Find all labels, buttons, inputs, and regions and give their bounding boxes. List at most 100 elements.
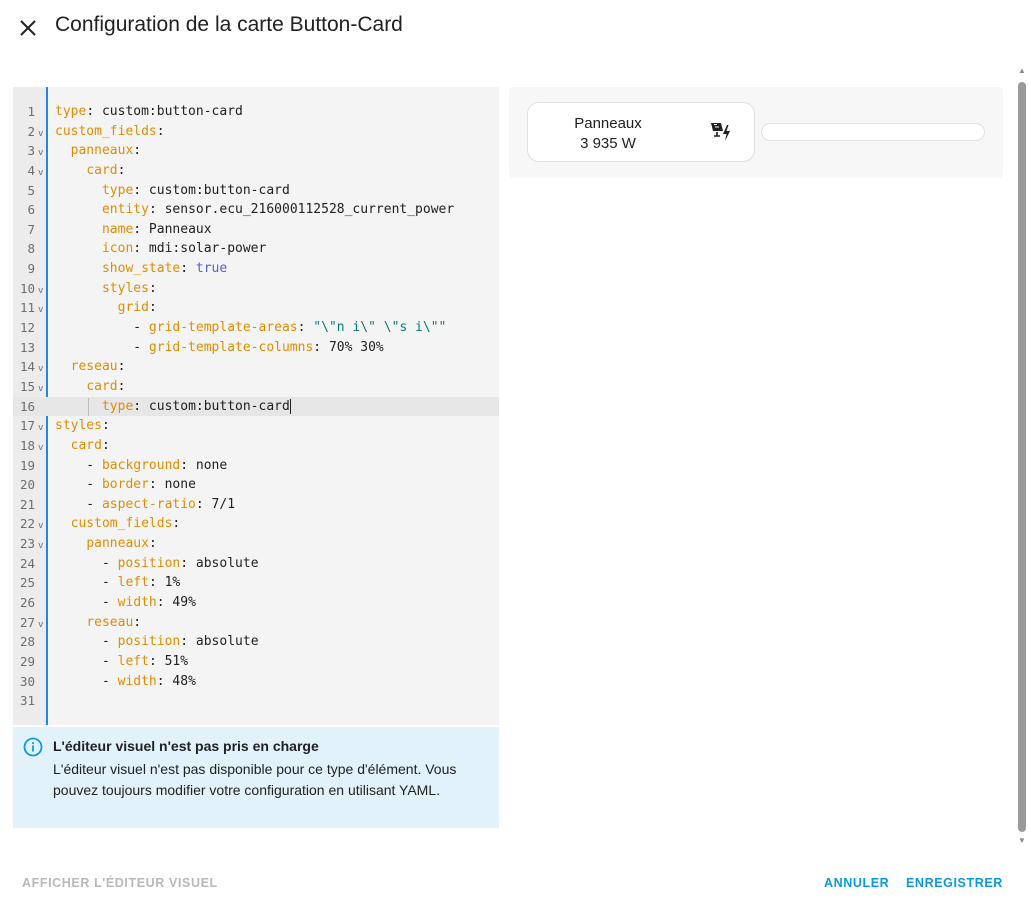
yaml-editor[interactable]: 1 type: custom:button-card 2 v custom_fields… <box>13 87 499 725</box>
line-number: 26 <box>19 595 35 611</box>
card-name: Panneaux <box>574 115 642 132</box>
code-text: card: <box>70 437 110 453</box>
info-alert: L'éditeur visuel n'est pas pris en charg… <box>13 727 499 828</box>
code-line[interactable]: 5 type: custom:button-card <box>13 181 499 201</box>
code-text: card: <box>86 162 126 178</box>
code-text: - position: absolute <box>55 634 259 650</box>
code-line[interactable]: 21 - aspect-ratio: 7/1 <box>13 495 499 515</box>
code-line[interactable]: 12 - grid-template-areas: "\"n i\" \"s i… <box>13 318 499 338</box>
code-line[interactable]: 16 type: custom:button-card <box>13 396 499 417</box>
code-text: panneaux: <box>70 143 142 159</box>
line-number: 16 <box>19 398 35 414</box>
line-number: 9 <box>27 261 35 277</box>
line-number: 10 <box>19 280 35 296</box>
line-number: 25 <box>19 575 35 591</box>
close-icon[interactable] <box>19 19 37 37</box>
code-line[interactable]: 15 v card: <box>13 377 499 397</box>
code-text: name: Panneaux <box>101 221 212 237</box>
code-line[interactable]: 7 name: Panneaux <box>13 220 499 240</box>
alert-body: L'éditeur visuel n'est pas disponible po… <box>53 761 457 798</box>
card-state: 3 935 W <box>580 135 636 152</box>
dialog-scrollbar[interactable]: ▲ ▼ <box>1016 66 1028 848</box>
line-number: 13 <box>19 339 35 355</box>
code-line[interactable]: 25 - left: 1% <box>13 573 499 593</box>
button-card-panneaux[interactable]: Panneaux 3 935 W <box>527 102 755 162</box>
code-text: - aspect-ratio: 7/1 <box>55 496 236 512</box>
code-line[interactable]: 4v card: <box>13 161 499 181</box>
code-text: show_state: true <box>101 261 228 277</box>
code-line[interactable]: 31 <box>13 691 499 711</box>
line-number: 30 <box>19 673 35 689</box>
line-number: 19 <box>19 457 35 473</box>
line-number: 18 <box>19 437 35 453</box>
line-number: 27 <box>19 614 35 630</box>
line-number: 6 <box>27 202 35 218</box>
scroll-up-icon[interactable]: ▲ <box>1018 66 1026 75</box>
dialog-header: Configuration de la carte Button-Card <box>0 0 1028 56</box>
code-line[interactable]: 6 entity: sensor.ecu_216000112528_curren… <box>13 200 499 220</box>
code-text: custom_fields: <box>55 123 165 139</box>
line-number: 24 <box>19 555 35 571</box>
info-icon <box>23 737 43 757</box>
line-number: 14 <box>19 359 35 375</box>
line-number: 1 <box>27 104 35 119</box>
close-button[interactable] <box>14 14 42 42</box>
code-line[interactable]: 18 v card: <box>13 436 499 456</box>
line-number: 3 <box>27 143 35 159</box>
code-line[interactable]: 26 - width: 49% <box>13 593 499 613</box>
line-number: 2 <box>27 123 35 139</box>
code-text: - left: 51% <box>55 653 189 669</box>
code-area[interactable]: 1 type: custom:button-card 2 v custom_fields… <box>13 102 499 711</box>
line-number: 22 <box>19 516 35 532</box>
code-line[interactable]: 2 v custom_fields: <box>13 122 499 142</box>
code-line[interactable]: 19 - background: none <box>13 456 499 476</box>
line-number: 17 <box>19 418 35 434</box>
line-number: 21 <box>19 496 35 512</box>
code-text: type: custom:button-card <box>101 182 290 198</box>
code-line[interactable]: 9 show_state: true <box>13 259 499 279</box>
code-text: styles: <box>55 418 110 434</box>
code-text: entity: sensor.ecu_216000112528_current_… <box>101 202 455 218</box>
code-line[interactable]: 11 v grid: <box>13 298 499 318</box>
code-text: reseau: <box>86 614 142 630</box>
code-line[interactable]: 30 - width: 48% <box>13 672 499 692</box>
code-text: - left: 1% <box>55 575 181 591</box>
code-line[interactable]: 17 v styles: <box>13 416 499 436</box>
code-text: type: custom:button-card <box>101 398 291 414</box>
scroll-down-icon[interactable]: ▼ <box>1018 836 1026 845</box>
line-number: 5 <box>27 182 35 198</box>
code-line[interactable]: 28 - position: absolute <box>13 632 499 652</box>
code-line[interactable]: 20 - border: none <box>13 475 499 495</box>
code-line[interactable]: 14 v reseau: <box>13 357 499 377</box>
code-text: - position: absolute <box>55 555 259 571</box>
code-line[interactable]: 1 type: custom:button-card <box>13 102 499 122</box>
code-line[interactable]: 3v panneaux: <box>13 141 499 161</box>
code-line[interactable]: 22 v custom_fields: <box>13 514 499 534</box>
line-number: 8 <box>27 241 35 257</box>
code-line[interactable]: 27 v reseau: <box>13 613 499 633</box>
code-line[interactable]: 10 v styles: <box>13 279 499 299</box>
save-button[interactable]: ENREGISTRER <box>906 876 1003 890</box>
reseau-card-placeholder <box>761 123 985 141</box>
code-text: icon: mdi:solar-power <box>101 241 267 257</box>
alert-title: L'éditeur visuel n'est pas pris en charg… <box>53 738 319 754</box>
code-text: - grid-template-areas: "\"n i\" \"s i\"" <box>55 320 447 336</box>
code-text: - width: 48% <box>55 673 196 689</box>
cancel-button[interactable]: ANNULER <box>824 876 889 890</box>
line-number: 12 <box>19 320 35 336</box>
code-text: - border: none <box>55 477 196 493</box>
code-line[interactable]: 8 icon: mdi:solar-power <box>13 239 499 259</box>
code-line[interactable]: 24 - position: absolute <box>13 554 499 574</box>
code-line[interactable]: 23 v panneaux: <box>13 534 499 554</box>
show-visual-editor-button[interactable]: AFFICHER L'ÉDITEUR VISUEL <box>22 876 218 890</box>
dialog-title: Configuration de la carte Button-Card <box>55 13 403 36</box>
code-text: styles: <box>101 280 157 296</box>
code-text: - background: none <box>55 457 228 473</box>
line-number: 15 <box>19 378 35 394</box>
code-line[interactable]: 13 - grid-template-columns: 70% 30% <box>13 338 499 358</box>
code-line[interactable]: 29 - left: 51% <box>13 652 499 672</box>
scrollbar-thumb[interactable] <box>1018 82 1026 832</box>
line-number: 29 <box>19 653 35 669</box>
line-number: 31 <box>19 693 35 709</box>
line-number: 23 <box>19 536 35 552</box>
